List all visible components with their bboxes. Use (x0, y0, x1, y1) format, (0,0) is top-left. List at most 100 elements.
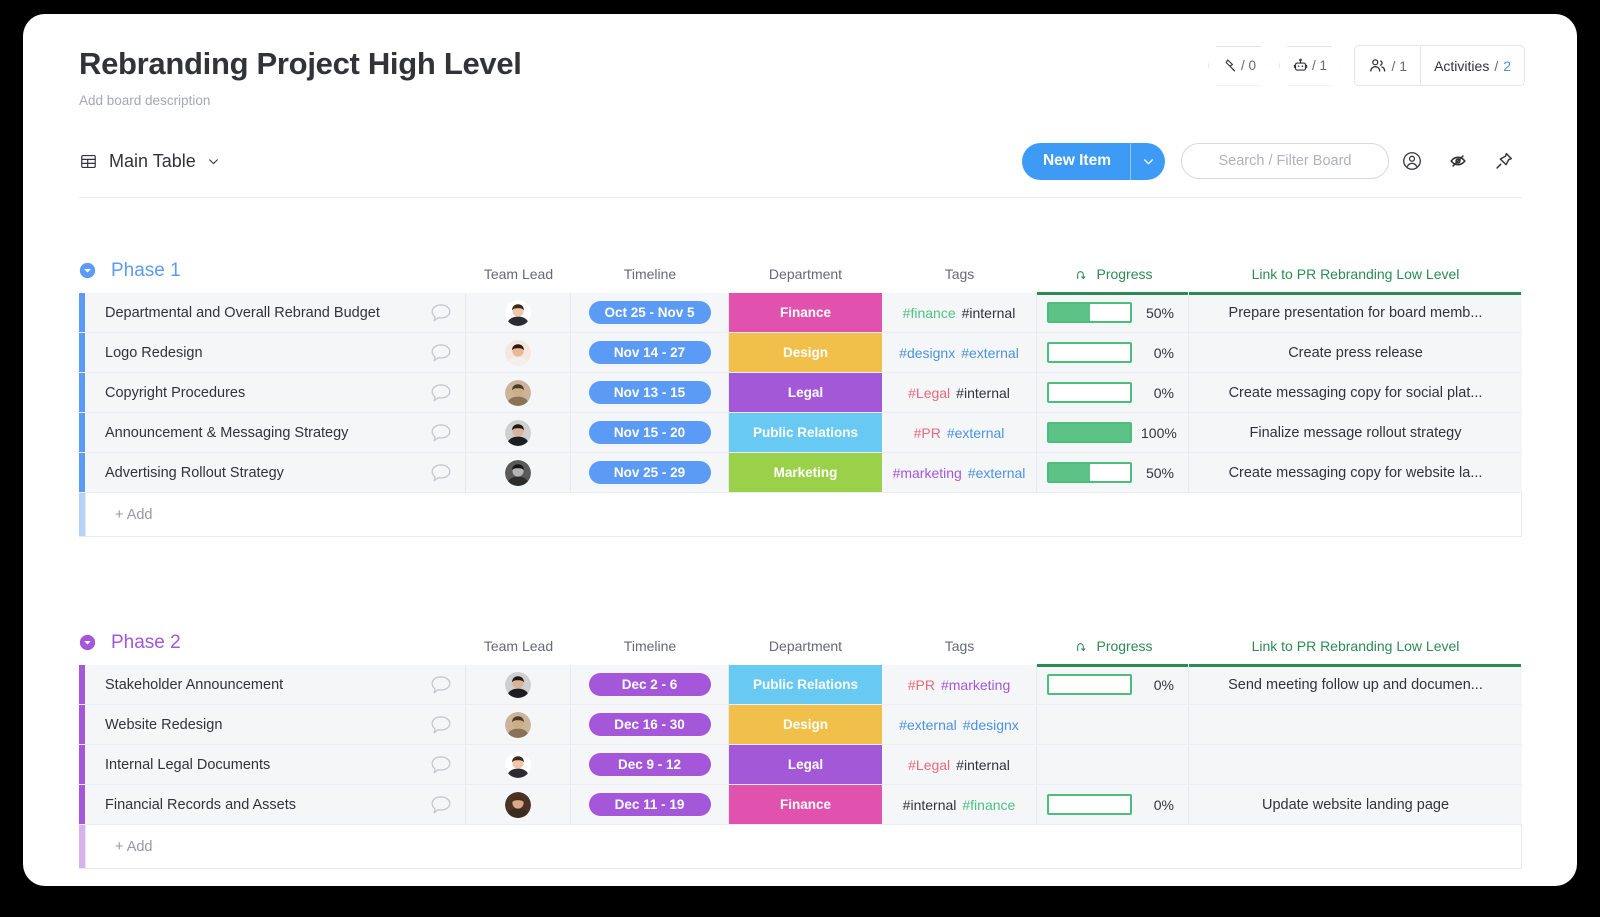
pin-button[interactable] (1481, 143, 1527, 179)
timeline-pill[interactable]: Nov 25 - 29 (588, 461, 711, 484)
cell-progress[interactable] (1037, 705, 1189, 744)
cell-link[interactable] (1189, 705, 1522, 744)
comment-bubble-icon[interactable] (429, 302, 453, 324)
cell-department[interactable]: Public Relations (729, 413, 882, 452)
cell-team-lead[interactable] (466, 745, 571, 784)
cell-timeline[interactable]: Dec 11 - 19 (571, 785, 729, 824)
cell-tags[interactable]: #internal #finance (882, 785, 1037, 824)
avatar[interactable] (505, 791, 531, 818)
comment-bubble-icon[interactable] (429, 422, 453, 444)
table-row[interactable]: Advertising Rollout Strategy Nov 25 - 29 M… (79, 453, 1522, 493)
tag[interactable]: #external (961, 345, 1019, 361)
integrations-button[interactable]: / 0 (1207, 45, 1270, 86)
avatar[interactable] (505, 379, 531, 406)
chevron-down-icon[interactable] (207, 155, 219, 167)
cell-timeline[interactable]: Oct 25 - Nov 5 (571, 293, 729, 332)
table-row[interactable]: Departmental and Overall Rebrand Budget O… (79, 293, 1522, 333)
cell-tags[interactable]: #PR #external (882, 413, 1037, 452)
cell-department[interactable]: Design (729, 705, 882, 744)
progress-bar[interactable] (1047, 382, 1132, 403)
cell-item-name[interactable]: Logo Redesign (85, 333, 466, 372)
avatar[interactable] (505, 459, 531, 486)
cell-department[interactable]: Marketing (729, 453, 882, 492)
cell-progress[interactable]: 100% (1037, 413, 1189, 452)
cell-link[interactable]: Create messaging copy for website la... (1189, 453, 1522, 492)
timeline-pill[interactable]: Nov 13 - 15 (588, 381, 711, 404)
table-row[interactable]: Announcement & Messaging Strategy Nov 15 … (79, 413, 1522, 453)
column-header-link[interactable]: Link to PR Rebranding Low Level (1189, 248, 1522, 293)
timeline-pill[interactable]: Oct 25 - Nov 5 (588, 301, 711, 324)
cell-item-name[interactable]: Financial Records and Assets (85, 785, 466, 824)
cell-timeline[interactable]: Nov 25 - 29 (571, 453, 729, 492)
cell-progress[interactable]: 0% (1037, 333, 1189, 372)
cell-timeline[interactable]: Dec 9 - 12 (571, 745, 729, 784)
cell-timeline[interactable]: Dec 16 - 30 (571, 705, 729, 744)
new-item-button[interactable]: New Item (1021, 142, 1165, 180)
cell-department[interactable]: Legal (729, 373, 882, 412)
tag[interactable]: #external (968, 465, 1026, 481)
timeline-pill[interactable]: Dec 2 - 6 (588, 673, 711, 696)
cell-team-lead[interactable] (466, 373, 571, 412)
cell-item-name[interactable]: Internal Legal Documents (85, 745, 466, 784)
cell-link[interactable] (1189, 745, 1522, 784)
cell-team-lead[interactable] (466, 705, 571, 744)
table-row[interactable]: Internal Legal Documents Dec 9 - 12 Legal #… (79, 745, 1522, 785)
cell-timeline[interactable]: Dec 2 - 6 (571, 665, 729, 704)
new-item-chevron-down-icon[interactable] (1131, 143, 1165, 180)
hide-columns-button[interactable] (1435, 143, 1481, 179)
cell-progress[interactable]: 50% (1037, 453, 1189, 492)
progress-bar[interactable] (1047, 422, 1132, 443)
cell-item-name[interactable]: Stakeholder Announcement (85, 665, 466, 704)
timeline-pill[interactable]: Nov 14 - 27 (588, 341, 711, 364)
cell-progress[interactable]: 50% (1037, 293, 1189, 332)
cell-tags[interactable]: #Legal #internal (882, 745, 1037, 784)
members-button[interactable]: / 1 (1355, 46, 1421, 85)
search-input[interactable] (1196, 153, 1374, 169)
avatar[interactable] (505, 339, 531, 366)
timeline-pill[interactable]: Dec 16 - 30 (588, 713, 711, 736)
column-header-lead[interactable]: Team Lead (466, 248, 571, 293)
cell-tags[interactable]: #PR #marketing (882, 665, 1037, 704)
avatar[interactable] (505, 751, 531, 778)
progress-bar[interactable] (1047, 674, 1132, 695)
cell-progress[interactable]: 0% (1037, 373, 1189, 412)
search-box[interactable] (1181, 143, 1389, 179)
cell-progress[interactable] (1037, 745, 1189, 784)
add-item-label[interactable]: + Add (85, 825, 1522, 868)
tag[interactable]: #designx (899, 345, 955, 361)
cell-timeline[interactable]: Nov 13 - 15 (571, 373, 729, 412)
cell-link[interactable]: Create press release (1189, 333, 1522, 372)
automations-button[interactable]: / 1 (1278, 45, 1341, 86)
table-row[interactable]: Logo Redesign Nov 14 - 27 Design #designx #e… (79, 333, 1522, 373)
add-item-label[interactable]: + Add (85, 493, 1522, 536)
cell-department[interactable]: Finance (729, 293, 882, 332)
cell-team-lead[interactable] (466, 333, 571, 372)
cell-department[interactable]: Public Relations (729, 665, 882, 704)
chevron-down-circle-icon[interactable] (79, 262, 96, 279)
table-row[interactable]: Website Redesign Dec 16 - 30 Design #extern… (79, 705, 1522, 745)
chevron-down-circle-icon[interactable] (79, 634, 96, 651)
cell-item-name[interactable]: Website Redesign (85, 705, 466, 744)
comment-bubble-icon[interactable] (429, 794, 453, 816)
tag[interactable]: #internal (962, 305, 1016, 321)
cell-link[interactable]: Prepare presentation for board memb... (1189, 293, 1522, 332)
cell-link[interactable]: Send meeting follow up and documen... (1189, 665, 1522, 704)
column-header-department[interactable]: Department (729, 248, 882, 293)
tag[interactable]: #designx (963, 717, 1019, 733)
group-title[interactable]: Phase 1 (111, 260, 181, 282)
tag[interactable]: #finance (903, 305, 956, 321)
column-header-progress[interactable]: Progress (1037, 620, 1189, 665)
tag[interactable]: #marketing (941, 677, 1010, 693)
tag[interactable]: #marketing (893, 465, 962, 481)
board-description[interactable]: Add board description (79, 93, 1527, 108)
column-header-tags[interactable]: Tags (882, 248, 1037, 293)
view-tab-main-table[interactable]: Main Table (79, 151, 219, 172)
cell-item-name[interactable]: Announcement & Messaging Strategy (85, 413, 466, 452)
tag[interactable]: #internal (956, 757, 1010, 773)
cell-timeline[interactable]: Nov 15 - 20 (571, 413, 729, 452)
cell-team-lead[interactable] (466, 453, 571, 492)
cell-team-lead[interactable] (466, 785, 571, 824)
tag[interactable]: #external (899, 717, 957, 733)
table-row[interactable]: Financial Records and Assets Dec 11 - 19 F… (79, 785, 1522, 825)
cell-link[interactable]: Update website landing page (1189, 785, 1522, 824)
